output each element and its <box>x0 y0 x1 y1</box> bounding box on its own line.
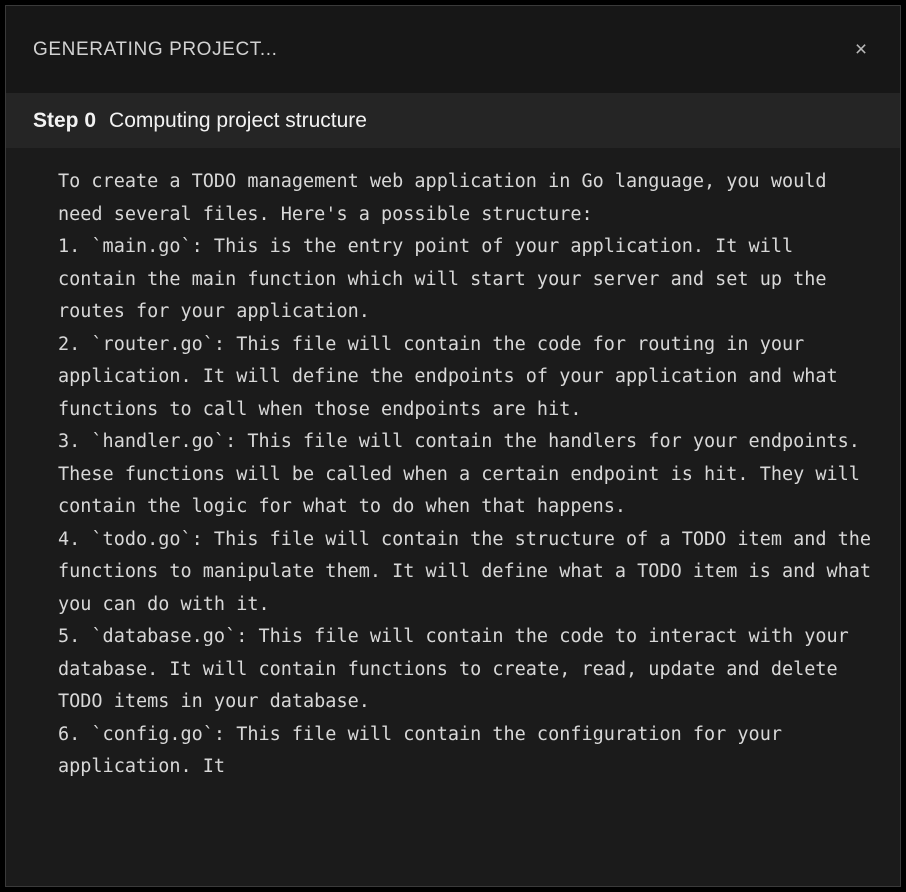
step-header: Step 0 Computing project structure <box>6 93 900 148</box>
window-title: GENERATING PROJECT... <box>33 38 278 60</box>
step-title-label: Computing project structure <box>109 108 367 132</box>
generation-log-text: To create a TODO management web applicat… <box>58 171 872 777</box>
generating-project-window: GENERATING PROJECT... × Step 0 Computing… <box>5 5 901 887</box>
close-icon[interactable]: × <box>848 37 874 63</box>
generation-log-area[interactable]: To create a TODO management web applicat… <box>6 148 900 886</box>
window-titlebar: GENERATING PROJECT... × <box>6 6 900 93</box>
step-index-label: Step 0 <box>33 108 97 132</box>
